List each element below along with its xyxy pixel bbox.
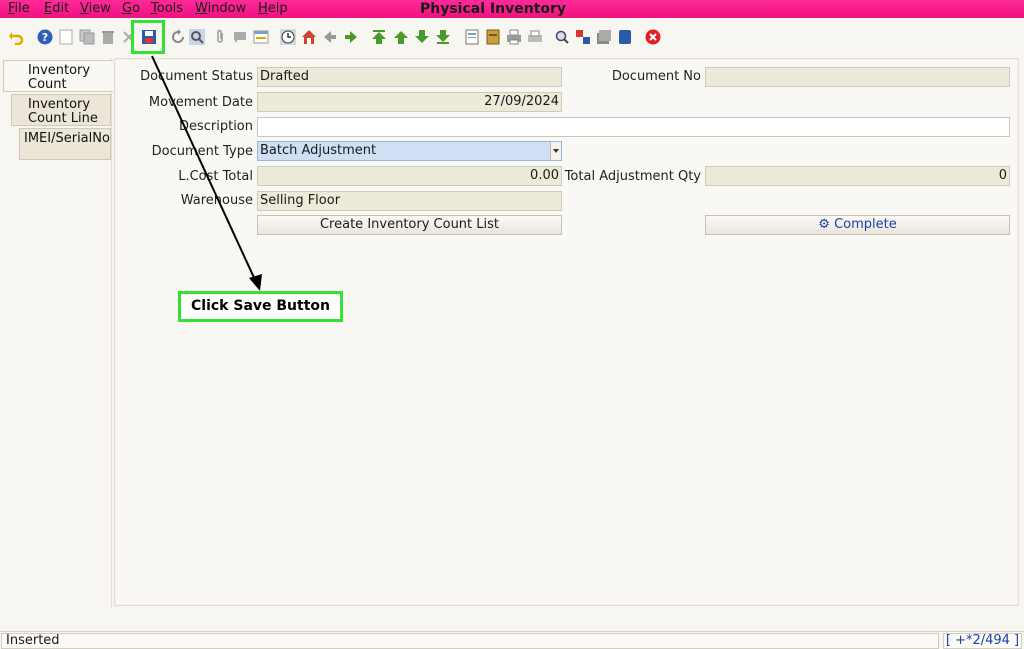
total-adjustment-qty-field: 0 xyxy=(705,166,1010,186)
menu-help[interactable]: Help xyxy=(258,1,288,16)
menu-bar: File Edit View Go Tools Window Help Phys… xyxy=(0,0,1024,18)
archive-icon[interactable] xyxy=(485,29,501,45)
tab-inventory-count-line[interactable]: Inventory Count Line xyxy=(11,94,111,126)
movement-date-field[interactable]: 27/09/2024 xyxy=(257,92,562,112)
complete-button[interactable]: ⚙ Complete xyxy=(705,215,1010,235)
home-icon[interactable] xyxy=(301,29,317,45)
menu-edit[interactable]: Edit xyxy=(44,1,69,16)
menu-go[interactable]: Go xyxy=(122,1,140,16)
total-adjustment-qty-label: Total Adjustment Qty xyxy=(564,169,701,184)
warehouse-label: Warehouse xyxy=(180,193,253,208)
document-type-label: Document Type xyxy=(151,144,253,159)
chevron-down-icon[interactable] xyxy=(550,142,561,160)
undo-icon[interactable] xyxy=(8,29,24,45)
complete-button-label: Complete xyxy=(834,217,897,232)
menu-tools[interactable]: Tools xyxy=(151,1,183,16)
history-icon[interactable] xyxy=(280,29,296,45)
new-record-icon[interactable] xyxy=(58,29,74,45)
workflow-icon[interactable] xyxy=(617,29,633,45)
grid-toggle-icon[interactable] xyxy=(253,29,269,45)
request-icon[interactable] xyxy=(575,29,591,45)
delete-icon[interactable] xyxy=(100,29,116,45)
attachment-icon[interactable] xyxy=(212,29,228,45)
product-info-icon[interactable] xyxy=(596,29,612,45)
report-icon[interactable] xyxy=(464,29,480,45)
description-field[interactable] xyxy=(257,117,1010,137)
record-navigation-count[interactable]: [ +*2/494 ] xyxy=(943,633,1022,649)
movement-date-label: Movement Date xyxy=(148,95,253,110)
document-type-select[interactable]: Batch Adjustment xyxy=(257,141,562,161)
record-panel xyxy=(114,58,1019,606)
next-record-icon[interactable] xyxy=(414,29,430,45)
end-icon[interactable] xyxy=(645,29,661,45)
document-type-value: Batch Adjustment xyxy=(260,143,377,158)
find-icon[interactable] xyxy=(189,29,205,45)
menu-window[interactable]: Window xyxy=(195,1,246,16)
chat-icon[interactable] xyxy=(232,29,248,45)
back-icon[interactable] xyxy=(322,29,338,45)
tab-strip: Inventory Count Inventory Count Line IME… xyxy=(0,58,113,608)
lcost-total-field: 0.00 xyxy=(257,166,562,186)
document-status-field: Drafted xyxy=(257,67,562,87)
warehouse-field: Selling Floor xyxy=(257,191,562,211)
print-icon[interactable] xyxy=(506,29,522,45)
status-bar: Inserted [ +*2/494 ] xyxy=(0,631,1024,649)
svg-text:?: ? xyxy=(42,31,48,44)
lcost-total-label: L.Cost Total xyxy=(178,169,253,184)
description-label: Description xyxy=(178,119,253,134)
tab-imei-serialno[interactable]: IMEI/SerialNo xyxy=(19,128,111,160)
refresh-icon[interactable] xyxy=(170,29,186,45)
zoom-across-icon[interactable] xyxy=(554,29,570,45)
document-no-field[interactable] xyxy=(705,67,1010,87)
last-record-icon[interactable] xyxy=(435,29,451,45)
menu-view[interactable]: View xyxy=(80,1,111,16)
status-message: Inserted xyxy=(1,633,939,649)
forward-icon[interactable] xyxy=(343,29,359,45)
window-title: Physical Inventory xyxy=(420,1,567,17)
copy-record-icon[interactable] xyxy=(79,29,95,45)
first-record-icon[interactable] xyxy=(371,29,387,45)
menu-file[interactable]: File xyxy=(8,1,30,16)
previous-record-icon[interactable] xyxy=(393,29,409,45)
help-icon[interactable]: ? xyxy=(37,29,53,45)
create-inventory-count-list-button[interactable]: Create Inventory Count List xyxy=(257,215,562,235)
tab-inventory-count[interactable]: Inventory Count xyxy=(3,60,113,92)
document-no-label: Document No xyxy=(611,69,701,84)
save-button-highlight xyxy=(131,20,165,54)
document-status-label: Document Status xyxy=(140,69,253,84)
print-preview-icon[interactable] xyxy=(527,29,543,45)
instruction-callout: Click Save Button xyxy=(178,291,343,322)
gear-icon: ⚙ xyxy=(818,217,835,232)
